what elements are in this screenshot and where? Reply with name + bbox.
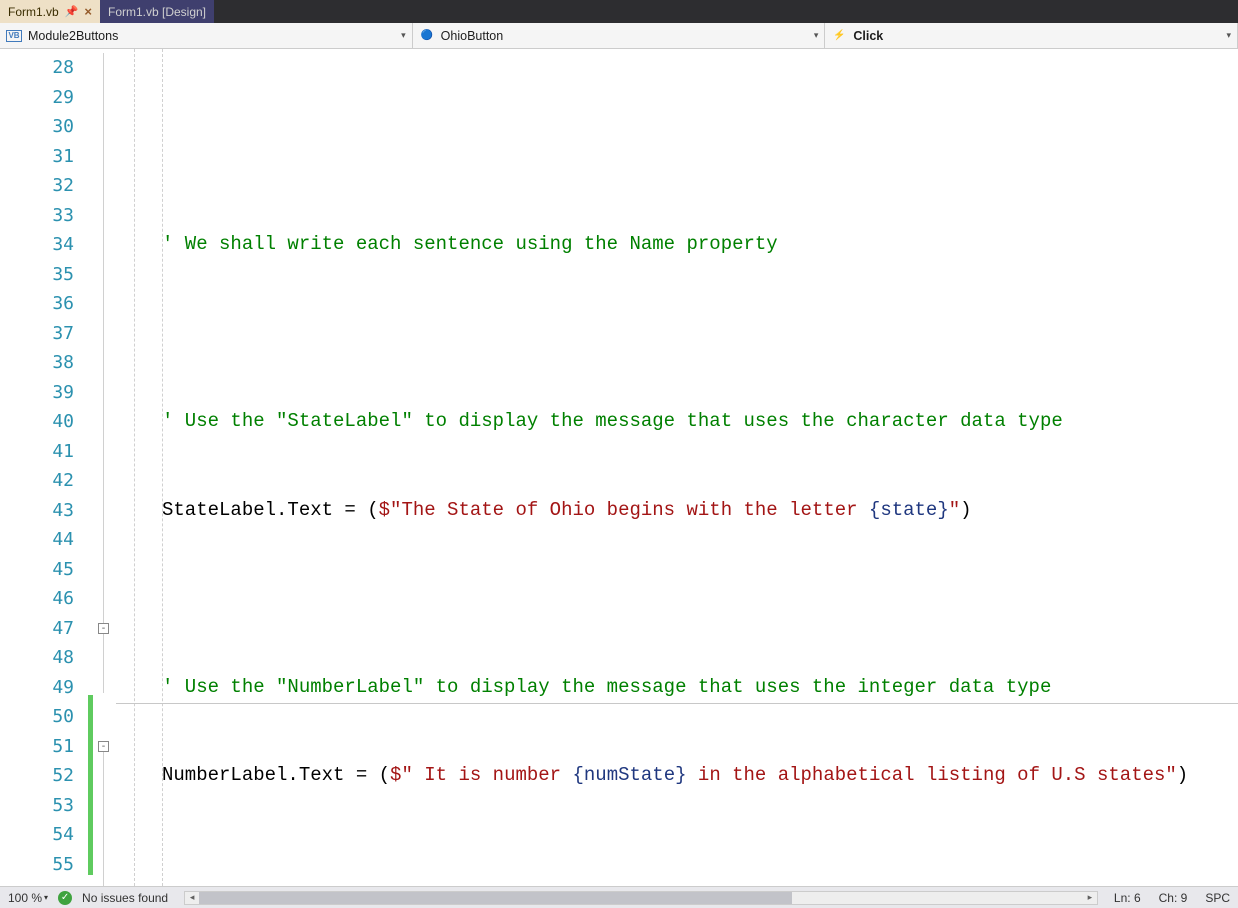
collapse-toggle[interactable]: -: [98, 623, 109, 634]
outlining-margin: - -: [94, 49, 116, 886]
code-text: ' Use the "StateLabel" to display the me…: [162, 410, 1063, 432]
scroll-left-icon[interactable]: ◂: [185, 892, 199, 904]
line-number: 49: [0, 673, 74, 703]
ok-icon: ✓: [58, 891, 72, 905]
line-number: 47: [0, 614, 74, 644]
horizontal-scrollbar[interactable]: ◂ ▸: [184, 891, 1098, 905]
document-tabs: Form1.vb 📌 × Form1.vb [Design]: [0, 0, 1238, 23]
tab-label: Form1.vb [Design]: [108, 5, 206, 19]
close-icon[interactable]: ×: [84, 4, 92, 19]
chevron-down-icon: ▾: [44, 893, 48, 902]
code-text: ' Use the "NumberLabel" to display the m…: [162, 676, 1051, 698]
line-number-gutter: 2829303132333435363738394041424344454647…: [0, 49, 88, 886]
line-number: 55: [0, 850, 74, 880]
scroll-thumb[interactable]: [199, 892, 792, 904]
line-number: 40: [0, 407, 74, 437]
chevron-down-icon: ▾: [814, 30, 819, 41]
line-number: 36: [0, 289, 74, 319]
outline-guide: [103, 53, 104, 693]
line-number: 39: [0, 378, 74, 408]
object-selector[interactable]: 🔵 OhioButton ▾: [413, 23, 826, 48]
event-name: Click: [853, 29, 1226, 43]
change-marker: [88, 695, 93, 875]
line-number: 32: [0, 171, 74, 201]
pin-icon[interactable]: 📌: [65, 5, 79, 18]
line-number: 33: [0, 201, 74, 231]
line-number: 37: [0, 319, 74, 349]
line-number: 43: [0, 496, 74, 526]
line-number: 51: [0, 732, 74, 762]
code-editor[interactable]: 2829303132333435363738394041424344454647…: [0, 49, 1238, 886]
issues-text: No issues found: [82, 891, 168, 905]
module-name: Module2Buttons: [28, 29, 401, 43]
line-number: 46: [0, 584, 74, 614]
vb-module-icon: VB: [6, 28, 22, 44]
module-selector[interactable]: VB Module2Buttons ▾: [0, 23, 413, 48]
line-number: 38: [0, 348, 74, 378]
collapse-toggle[interactable]: -: [98, 741, 109, 752]
line-number: 28: [0, 53, 74, 83]
code-area[interactable]: ' We shall write each sentence using the…: [116, 49, 1238, 886]
code-nav-bar: VB Module2Buttons ▾ 🔵 OhioButton ▾ ⚡ Cli…: [0, 23, 1238, 49]
spacing-mode[interactable]: SPC: [1205, 891, 1230, 905]
col-indicator: Ch: 9: [1159, 891, 1188, 905]
line-number: 48: [0, 643, 74, 673]
chevron-down-icon: ▾: [401, 30, 406, 41]
line-number: 53: [0, 791, 74, 821]
line-number: 35: [0, 260, 74, 290]
line-number: 34: [0, 230, 74, 260]
scroll-right-icon[interactable]: ▸: [1083, 892, 1097, 904]
line-number: 54: [0, 820, 74, 850]
lightning-icon: ⚡: [831, 28, 847, 44]
line-number: 42: [0, 466, 74, 496]
line-indicator: Ln: 6: [1114, 891, 1141, 905]
code-text: ' We shall write each sentence using the…: [162, 233, 778, 255]
tab-form1-vb[interactable]: Form1.vb 📌 ×: [0, 0, 100, 23]
status-bar: 100 % ▾ ✓ No issues found ◂ ▸ Ln: 6 Ch: …: [0, 886, 1238, 908]
chevron-down-icon: ▾: [1226, 30, 1231, 41]
line-number: 44: [0, 525, 74, 555]
outline-guide: [103, 752, 104, 886]
zoom-value: 100 %: [8, 891, 42, 905]
line-number: 52: [0, 761, 74, 791]
line-number: 45: [0, 555, 74, 585]
line-number: 41: [0, 437, 74, 467]
line-number: 31: [0, 142, 74, 172]
object-name: OhioButton: [441, 29, 814, 43]
zoom-control[interactable]: 100 % ▾: [8, 891, 48, 905]
line-number: 30: [0, 112, 74, 142]
object-icon: 🔵: [419, 28, 435, 44]
line-number: 50: [0, 702, 74, 732]
tab-label: Form1.vb: [8, 5, 59, 19]
event-selector[interactable]: ⚡ Click ▾: [825, 23, 1238, 48]
tab-form1-design[interactable]: Form1.vb [Design]: [100, 0, 214, 23]
line-number: 29: [0, 83, 74, 113]
